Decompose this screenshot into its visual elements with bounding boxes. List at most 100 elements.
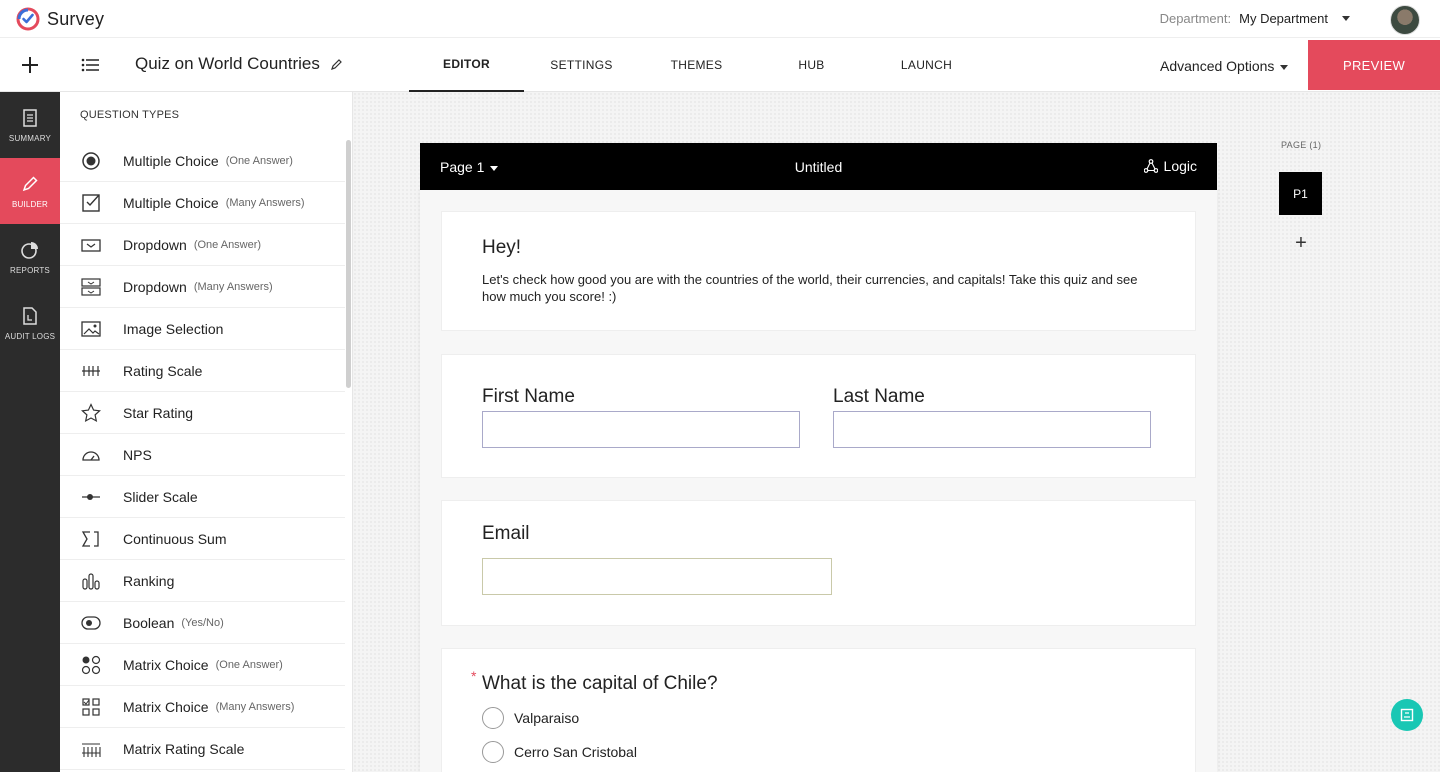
qtype-multiple-choice-one[interactable]: Multiple Choice (One Answer) [60, 140, 345, 182]
survey-title-text: Quiz on World Countries [135, 54, 320, 73]
survey-title[interactable]: Quiz on World Countries [135, 54, 343, 74]
slider-icon [80, 486, 102, 508]
qtype-label: Boolean [123, 614, 175, 631]
qtype-label: Dropdown [123, 236, 187, 253]
dropdown-icon [80, 234, 102, 256]
qtype-label: Dropdown [123, 278, 187, 295]
qtype-sub: (Many Answers) [193, 280, 273, 293]
nav-label-reports: REPORTS [10, 265, 50, 275]
qtype-matrix-rating-scale[interactable]: Matrix Rating Scale [60, 728, 345, 770]
qtype-sub: (One Answer) [225, 154, 293, 167]
list-icon [81, 58, 99, 72]
survey-logo-icon [16, 7, 40, 31]
pencil-icon [22, 175, 38, 191]
gauge-icon [80, 444, 102, 466]
create-new-button[interactable] [0, 38, 60, 92]
advanced-options-menu[interactable]: Advanced Options [1160, 58, 1289, 74]
checkbox-icon [80, 192, 102, 214]
qtype-multiple-choice-many[interactable]: Multiple Choice (Many Answers) [60, 182, 345, 224]
welcome-text: Let's check how good you are with the co… [482, 272, 1138, 304]
department-value: My Department [1239, 11, 1328, 26]
nav-summary[interactable]: SUMMARY [0, 92, 60, 158]
option-label: Cerro San Cristobal [514, 744, 637, 760]
add-page-button[interactable]: + [1290, 232, 1312, 254]
qtype-label: NPS [123, 446, 152, 463]
rating-scale-icon [80, 360, 102, 382]
nav-builder[interactable]: BUILDER [0, 158, 60, 224]
qtype-ranking[interactable]: Ranking [60, 560, 345, 602]
logic-button[interactable]: Logic [1143, 158, 1197, 174]
department-label: Department: [1159, 11, 1232, 26]
page-name[interactable]: Untitled [420, 159, 1217, 175]
first-name-label: First Name [482, 386, 575, 407]
radio-button[interactable] [482, 707, 504, 729]
qtype-sub: (One Answer) [215, 658, 283, 671]
email-card[interactable]: Email [441, 500, 1196, 626]
pie-chart-icon [21, 241, 38, 259]
nav-reports[interactable]: REPORTS [0, 224, 60, 290]
nav-audit-logs[interactable]: AUDIT LOGS [0, 290, 60, 356]
top-bar: Survey Department: My Department [0, 0, 1440, 38]
radio-button[interactable] [482, 741, 504, 763]
qtype-label: Ranking [123, 572, 175, 589]
qtype-boolean[interactable]: Boolean (Yes/No) [60, 602, 345, 644]
welcome-title: Hey! [482, 237, 522, 258]
qtype-sub: (Yes/No) [181, 616, 224, 629]
tab-settings[interactable]: SETTINGS [524, 38, 639, 92]
qtype-label: Multiple Choice [123, 152, 219, 169]
question-types-scrollbar[interactable] [346, 140, 351, 388]
nav-label-builder: BUILDER [11, 199, 49, 209]
qtype-star-rating[interactable]: Star Rating [60, 392, 345, 434]
qtype-sub: (One Answer) [193, 238, 262, 251]
app-name: Survey [47, 8, 105, 29]
qtype-dropdown-one[interactable]: Dropdown (One Answer) [60, 224, 345, 266]
matrix-radio-icon [80, 654, 102, 676]
option-cerro-san-cristobal[interactable]: Cerro San Cristobal [482, 741, 637, 763]
app-logo[interactable]: Survey [16, 7, 104, 31]
page-thumbnail-p1[interactable]: P1 [1279, 172, 1322, 215]
qtype-slider-scale[interactable]: Slider Scale [60, 476, 345, 518]
survey-list-button[interactable] [70, 38, 110, 92]
editor-tabs: EDITOR SETTINGS THEMES HUB LAUNCH [409, 38, 984, 92]
option-valparaiso[interactable]: Valparaiso [482, 707, 579, 729]
last-name-label: Last Name [833, 386, 925, 407]
edit-pencil-icon[interactable] [330, 58, 343, 71]
avatar[interactable] [1390, 5, 1420, 35]
first-name-field[interactable] [482, 411, 800, 448]
tab-themes[interactable]: THEMES [639, 38, 754, 92]
qtype-sub: (Many Answers) [215, 700, 295, 713]
qtype-label: Star Rating [123, 404, 194, 421]
left-nav: SUMMARY BUILDER REPORTS AUDIT LOGS [0, 92, 60, 772]
qtype-continuous-sum[interactable]: Continuous Sum [60, 518, 345, 560]
qtype-rating-scale[interactable]: Rating Scale [60, 350, 345, 392]
matrix-checkbox-icon [80, 696, 102, 718]
tab-launch[interactable]: LAUNCH [869, 38, 984, 92]
ranking-icon [80, 570, 102, 592]
nav-label-audit-logs: AUDIT LOGS [4, 331, 56, 341]
qtype-label: Slider Scale [123, 488, 198, 505]
pages-count-label: PAGE (1) [1281, 140, 1322, 150]
question-types-title: QUESTION TYPES [80, 109, 180, 121]
preview-button[interactable]: PREVIEW [1308, 40, 1440, 90]
question-title: What is the capital of Chile? [482, 673, 718, 694]
required-mark: * [471, 668, 477, 684]
name-card[interactable]: First Name Last Name [441, 354, 1196, 478]
option-label: Valparaiso [514, 710, 580, 726]
qtype-dropdown-many[interactable]: Dropdown (Many Answers) [60, 266, 345, 308]
welcome-card[interactable]: Hey! Let's check how good you are with t… [441, 211, 1196, 331]
tab-hub[interactable]: HUB [754, 38, 869, 92]
qtype-matrix-choice-many[interactable]: Matrix Choice (Many Answers) [60, 686, 345, 728]
email-field[interactable] [482, 558, 832, 595]
audit-log-icon [23, 306, 37, 325]
logic-icon [1143, 159, 1158, 173]
last-name-field[interactable] [833, 411, 1151, 448]
qtype-nps[interactable]: NPS [60, 434, 345, 476]
tab-editor[interactable]: EDITOR [409, 38, 524, 92]
qtype-matrix-choice-one[interactable]: Matrix Choice (One Answer) [60, 644, 345, 686]
qtype-sub: (Many Answers) [225, 196, 305, 209]
department-selector[interactable]: Department: My Department [1160, 11, 1350, 26]
qtype-image-selection[interactable]: Image Selection [60, 308, 345, 350]
question-card[interactable]: * What is the capital of Chile? Valparai… [441, 648, 1196, 772]
toggle-icon [80, 612, 102, 634]
help-chat-button[interactable] [1391, 699, 1423, 731]
